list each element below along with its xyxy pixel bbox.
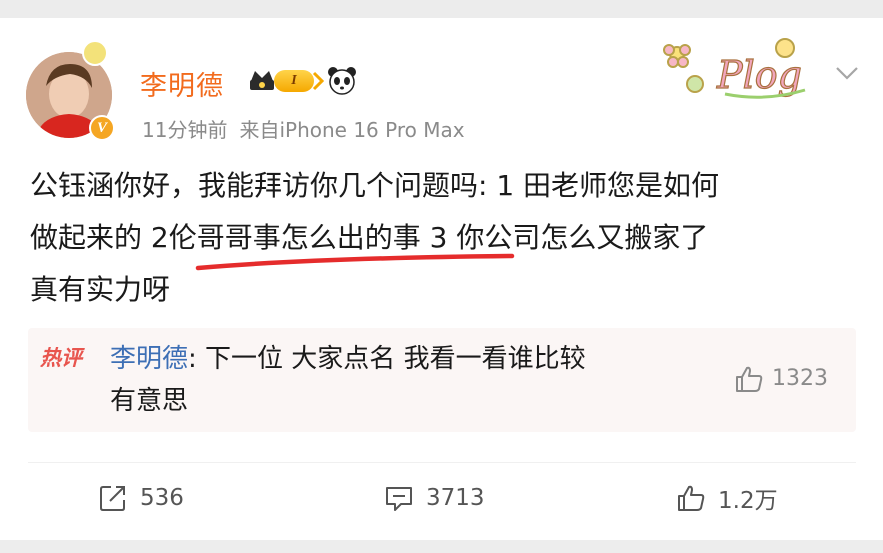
panda-icon: [328, 67, 356, 95]
hot-comment-separator: :: [188, 344, 206, 374]
hot-comment-like-count: 1323: [772, 366, 828, 391]
top-separator: [0, 0, 883, 18]
hot-comment-author[interactable]: 李明德: [110, 344, 188, 374]
repost-icon: [100, 486, 125, 511]
post-content: 公钰涵你好，我能拜访你几个问题吗: 1 田老师您是如何 做起来的 2伦哥哥事怎么…: [30, 160, 850, 316]
weibo-post-card: V 李明德 I 11分钟前 来自iPhone 16 Pro Max Plog 公…: [0, 0, 883, 553]
post-meta: 11分钟前 来自iPhone 16 Pro Max: [142, 114, 477, 143]
hot-comment-body: 下一位 大家点名 我看一看谁比较: [205, 344, 586, 374]
svg-text:Plog: Plog: [716, 53, 802, 97]
crown-icon: [250, 71, 274, 90]
bottom-separator: [0, 540, 883, 553]
like-button[interactable]: 1.2万: [676, 478, 778, 518]
divider: [28, 462, 856, 463]
hot-comment[interactable]: 热评 李明德: 下一位 大家点名 我看一看谁比较 有意思 1323: [28, 328, 856, 432]
thumbs-up-icon[interactable]: [734, 364, 764, 394]
username[interactable]: 李明德: [140, 64, 224, 103]
repost-button[interactable]: 536: [98, 478, 184, 518]
verified-v-icon: V: [89, 115, 115, 141]
hot-comment-text: 李明德: 下一位 大家点名 我看一看谁比较 有意思: [110, 338, 710, 422]
repost-count: 536: [140, 485, 184, 511]
like-count: 1.2万: [718, 488, 778, 514]
chevron-down-icon[interactable]: [834, 62, 860, 84]
content-line: 公钰涵你好，我能拜访你几个问题吗: 1 田老师您是如何: [30, 169, 720, 202]
post-time: 11分钟前: [142, 118, 228, 142]
level-arrow-icon: [312, 71, 324, 91]
comment-icon: [386, 487, 412, 511]
post-source: 来自iPhone 16 Pro Max: [239, 118, 465, 142]
thumbs-up-icon: [678, 485, 705, 511]
plog-sticker: Plog: [663, 38, 806, 99]
comment-button[interactable]: 3713: [384, 478, 485, 518]
hot-comment-label: 热评: [40, 346, 82, 370]
user-level-badge[interactable]: I: [274, 70, 314, 92]
badge-icon: [82, 40, 108, 66]
comment-count: 3713: [426, 485, 485, 511]
red-underline-annotation: [195, 253, 515, 271]
hot-comment-body: 有意思: [110, 386, 189, 416]
